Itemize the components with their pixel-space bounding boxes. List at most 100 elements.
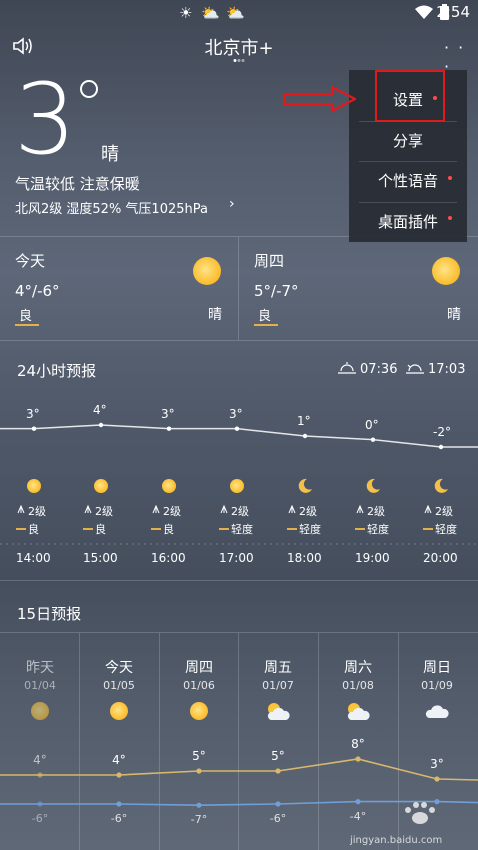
day-name: 周四: [185, 660, 213, 676]
air-quality: 良: [258, 309, 272, 324]
wind-level-text: 2级: [299, 505, 317, 518]
day-name: 今天: [15, 252, 46, 270]
cloud-sun-icon: ⛅: [201, 4, 220, 22]
wind-level: 2级: [95, 503, 113, 519]
menu-item-label: 桌面插件: [377, 213, 438, 231]
menu-item-label: 分享: [392, 132, 423, 150]
sunset-time: 17:03: [428, 362, 466, 377]
hour-time: 15:00: [83, 551, 118, 565]
tomorrow-card[interactable]: 周四 5°/-7° 良 晴: [239, 237, 478, 340]
day-name: 周五: [264, 660, 292, 676]
page-indicator: [233, 59, 245, 62]
high-temp-point: [355, 756, 361, 762]
chevron-right-icon[interactable]: ›: [229, 196, 235, 212]
air-quality: 良: [19, 309, 33, 324]
hour-time: 14:00: [16, 551, 51, 565]
air-quality-bar: [254, 324, 278, 326]
city-title[interactable]: 北京市+: [0, 34, 478, 60]
daily-forecast-item[interactable]: 今天 01/05: [89, 655, 149, 715]
daily-forecast-item[interactable]: 周四 01/06: [169, 655, 229, 715]
hourly-temp-point: [302, 433, 308, 439]
air-quality: 良: [28, 523, 39, 536]
hourly-timeline: [0, 543, 478, 545]
wifi-icon: [415, 5, 433, 19]
wind-direction-icon: [288, 505, 296, 514]
wind-level-text: 2级: [231, 505, 249, 518]
day-condition: 晴: [208, 307, 222, 323]
wind-level: 2级: [435, 503, 453, 519]
day-date: 01/08: [342, 679, 374, 692]
today-card[interactable]: 今天 4°/-6° 良 晴: [0, 237, 238, 340]
red-arrow-icon: [282, 85, 357, 113]
moon-icon: [434, 478, 448, 493]
air-quality: 轻度: [231, 523, 253, 536]
wind-direction-icon: [17, 505, 25, 514]
sunset-icon: [406, 364, 424, 374]
menu-item-widget[interactable]: 桌面插件: [349, 202, 467, 242]
menu-item-share[interactable]: 分享: [349, 121, 467, 161]
menu-item-label: 个性语音: [377, 172, 438, 190]
hourly-temp-point: [31, 426, 37, 431]
air-quality: 良: [163, 523, 174, 536]
day-name: 周日: [423, 660, 451, 676]
app-header: 北京市+ · · ·: [0, 26, 478, 76]
air-quality: 良: [95, 523, 106, 536]
hourly-temp-point: [234, 426, 240, 431]
wind-level-text: 2级: [435, 505, 453, 518]
divider: [0, 580, 478, 581]
high-temp-point: [37, 772, 43, 778]
day-name: 今天: [105, 660, 133, 676]
sun-icon: ☀: [179, 4, 193, 22]
daily-forecast-item[interactable]: 周五 01/07: [248, 655, 308, 715]
add-city-icon[interactable]: +: [258, 38, 273, 59]
daily-forecast-title: 15日预报: [17, 605, 82, 623]
day-condition: 晴: [447, 307, 461, 323]
air-quality: 轻度: [367, 523, 389, 536]
air-quality-bar: [83, 528, 93, 530]
daily-forecast-item[interactable]: 昨天 01/04: [10, 655, 70, 715]
hour-time: 18:00: [287, 551, 322, 565]
wind-level: 2级: [231, 503, 249, 519]
low-temp-point: [196, 802, 202, 808]
day-temperature: 5°/-7°: [254, 282, 299, 300]
low-temp-point: [37, 801, 43, 807]
wind-level: 2级: [367, 503, 385, 519]
air-quality-bar: [355, 528, 365, 530]
hour-time: 17:00: [219, 551, 254, 565]
divider: [0, 632, 478, 633]
weather-tip: 气温较低 注意保暖: [15, 175, 140, 193]
air-quality-bar: [16, 528, 26, 530]
air-quality: 轻度: [435, 523, 457, 536]
status-bar: ☀ ⛅ ⛅ 2:54: [0, 0, 478, 26]
watermark-text: jingyan.baidu.com: [349, 835, 442, 846]
wind-level-text: 2级: [95, 505, 113, 518]
wind-direction-icon: [220, 505, 228, 514]
hour-time: 16:00: [151, 551, 186, 565]
current-temperature: 3: [14, 63, 77, 177]
daily-forecast-item[interactable]: 周日 01/09: [407, 655, 467, 715]
menu-item-voice[interactable]: 个性语音: [349, 161, 467, 201]
highlight-box: [375, 70, 445, 122]
hourly-forecast-title: 24小时预报: [17, 362, 97, 380]
hour-time: 19:00: [355, 551, 390, 565]
weather-details[interactable]: 北风2级 湿度52% 气压1025hPa: [15, 198, 208, 217]
day-date: 01/04: [24, 679, 56, 692]
air-quality-bar: [15, 324, 39, 326]
day-name: 周四: [254, 252, 285, 270]
sun-icon: [432, 257, 460, 285]
sun-icon: [94, 479, 108, 493]
divider: [0, 340, 478, 341]
hourly-temp-point: [166, 426, 172, 431]
wind-direction-icon: [424, 505, 432, 514]
hourly-temp-point: [370, 437, 376, 442]
wind-direction-icon: [356, 505, 364, 514]
day-date: 01/09: [421, 679, 453, 692]
wind-level: 2级: [163, 503, 181, 519]
air-quality-bar: [151, 528, 161, 530]
city-name: 北京市: [204, 38, 259, 59]
cloud-sun-icon: ⛅: [226, 4, 245, 22]
hourly-temp-point: [98, 422, 104, 428]
air-quality-bar: [287, 528, 297, 530]
daily-forecast-item[interactable]: 周六 01/08: [328, 655, 388, 715]
notification-dot: [448, 176, 452, 180]
